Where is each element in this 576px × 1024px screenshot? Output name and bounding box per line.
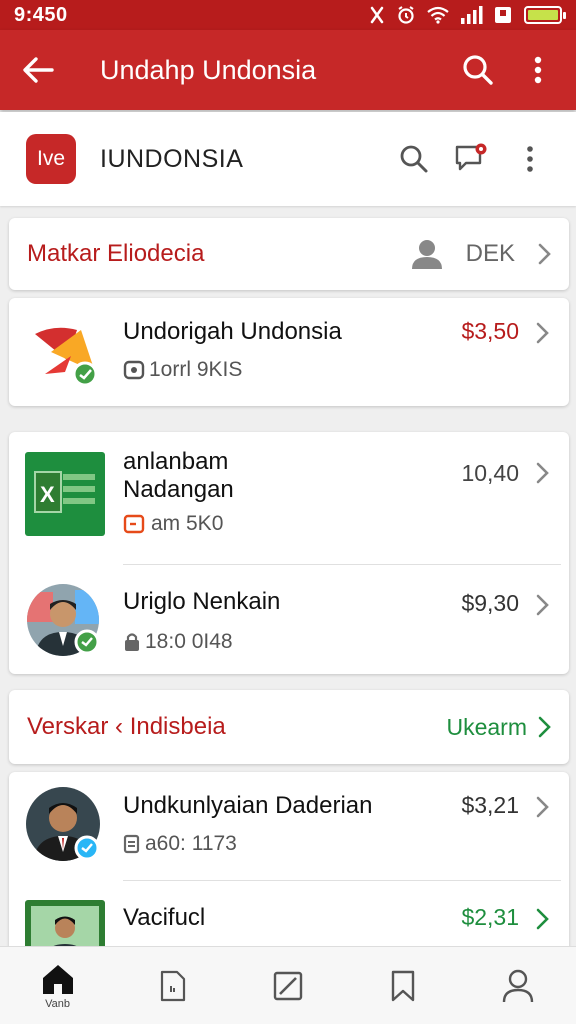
avatar	[25, 582, 101, 658]
item-title-line1: anlanbam	[123, 448, 229, 475]
profile-name: IUNDONSIA	[100, 144, 244, 173]
chevron-right-icon	[536, 908, 549, 930]
logo-text: Ive	[36, 147, 65, 170]
item-subtitle-text: 1orrl 9KIS	[149, 358, 243, 381]
lock-icon	[125, 633, 139, 651]
nfc-icon	[370, 6, 384, 24]
item-price: 10,40	[461, 460, 519, 486]
more-vert-icon	[534, 56, 542, 84]
receipt-icon	[123, 834, 140, 854]
chevron-right-icon	[536, 796, 549, 818]
messages-button[interactable]	[452, 139, 492, 179]
list-item[interactable]: Undkunlyaian Daderian a60: 1173 $3,21	[9, 772, 569, 880]
status-icons	[368, 5, 566, 25]
section-action-1[interactable]: DEK	[466, 240, 515, 268]
item-subtitle: am 5K0	[123, 512, 223, 536]
signal-icon	[461, 6, 483, 24]
chevron-right-icon	[538, 243, 551, 265]
search-icon	[400, 145, 428, 173]
avatar	[25, 786, 103, 864]
chevron-right-icon	[536, 322, 549, 344]
profile-icon	[503, 969, 534, 1002]
item-price: $3,50	[461, 318, 519, 344]
profile-bar: Ive IUNDONSIA	[0, 112, 576, 206]
status-time: 9:450	[14, 3, 68, 26]
svg-text:X: X	[40, 482, 55, 507]
overflow-menu-button[interactable]	[518, 50, 558, 90]
item-subtitle: 1orrl 9KIS	[123, 358, 242, 382]
nav-edit[interactable]	[253, 951, 323, 1021]
back-button[interactable]	[18, 50, 58, 90]
chevron-right-icon	[538, 716, 551, 738]
list-item[interactable]: X anlanbam Nadangan am 5K0 10,40	[9, 432, 569, 564]
item-title: Uriglo Nenkain	[123, 588, 281, 615]
profile-search-button[interactable]	[394, 139, 434, 179]
app-bar: Undahp Undonsia	[0, 30, 576, 110]
home-icon	[42, 964, 73, 994]
item-subtitle: 18:0 0I48	[123, 630, 233, 654]
tag-icon	[123, 360, 145, 380]
nav-home-label: Vanb	[45, 997, 71, 1010]
bookmark-icon	[391, 970, 415, 1001]
list-card-group: X anlanbam Nadangan am 5K0 10,40 Uriglo …	[9, 432, 569, 674]
item-thumbnail-2: X	[25, 452, 105, 536]
item-title: anlanbam Nadangan	[123, 448, 234, 504]
calendar-icon	[123, 514, 145, 534]
edit-icon	[273, 971, 303, 1000]
item-title: Undorigah Undonsia	[123, 318, 342, 345]
section-title-1: Matkar Eliodecia	[27, 240, 205, 267]
app-title: Undahp Undonsia	[100, 54, 317, 85]
item-price: $3,21	[461, 792, 519, 818]
bottom-nav: Vanb	[0, 946, 576, 1024]
list-item[interactable]: Uriglo Nenkain 18:0 0I48 $9,30	[9, 564, 569, 674]
item-subtitle-text: 18:0 0I48	[145, 630, 233, 653]
nav-documents[interactable]	[138, 951, 208, 1021]
item-subtitle-text: am 5K0	[151, 512, 224, 535]
arrow-left-icon	[23, 57, 54, 83]
search-icon	[463, 55, 493, 85]
item-subtitle: a60: 1173	[123, 832, 237, 856]
search-button[interactable]	[458, 50, 498, 90]
more-vert-icon	[527, 146, 533, 172]
section-action-2[interactable]: Ukearm	[446, 714, 527, 741]
chevron-right-icon	[536, 462, 549, 484]
user-icon	[411, 240, 442, 269]
item-price: $9,30	[461, 590, 519, 616]
section-title-2: Verskar ‹ Indisbeia	[27, 713, 226, 740]
sim-alert-icon	[495, 7, 511, 23]
app-logo: Ive	[26, 134, 76, 184]
item-title-line2: Nadangan	[123, 476, 234, 503]
nav-bookmarks[interactable]	[368, 951, 438, 1021]
section-header-2[interactable]: Verskar ‹ Indisbeia Ukearm	[9, 690, 569, 764]
chevron-right-icon	[536, 594, 549, 616]
document-icon	[160, 970, 185, 1001]
item-subtitle-text: a60: 1173	[145, 832, 237, 855]
list-item[interactable]: Undorigah Undonsia 1orrl 9KIS $3,50	[9, 298, 569, 406]
item-price: $2,31	[461, 904, 519, 930]
nav-home[interactable]: Vanb	[23, 951, 93, 1021]
section-header-1[interactable]: Matkar Eliodecia DEK	[9, 218, 569, 290]
item-title: Vacifucl	[123, 904, 206, 931]
item-title: Undkunlyaian Daderian	[123, 792, 373, 819]
profile-more-button[interactable]	[510, 139, 550, 179]
wifi-icon	[427, 6, 449, 24]
battery-icon	[524, 6, 566, 24]
alarm-icon	[398, 6, 414, 24]
list-card-group: Undkunlyaian Daderian a60: 1173 $3,21 Va…	[9, 772, 569, 972]
chat-badge-icon	[455, 143, 487, 171]
status-bar: 9:450	[0, 0, 576, 30]
nav-profile[interactable]	[483, 951, 553, 1021]
item-thumbnail-1	[25, 312, 105, 392]
